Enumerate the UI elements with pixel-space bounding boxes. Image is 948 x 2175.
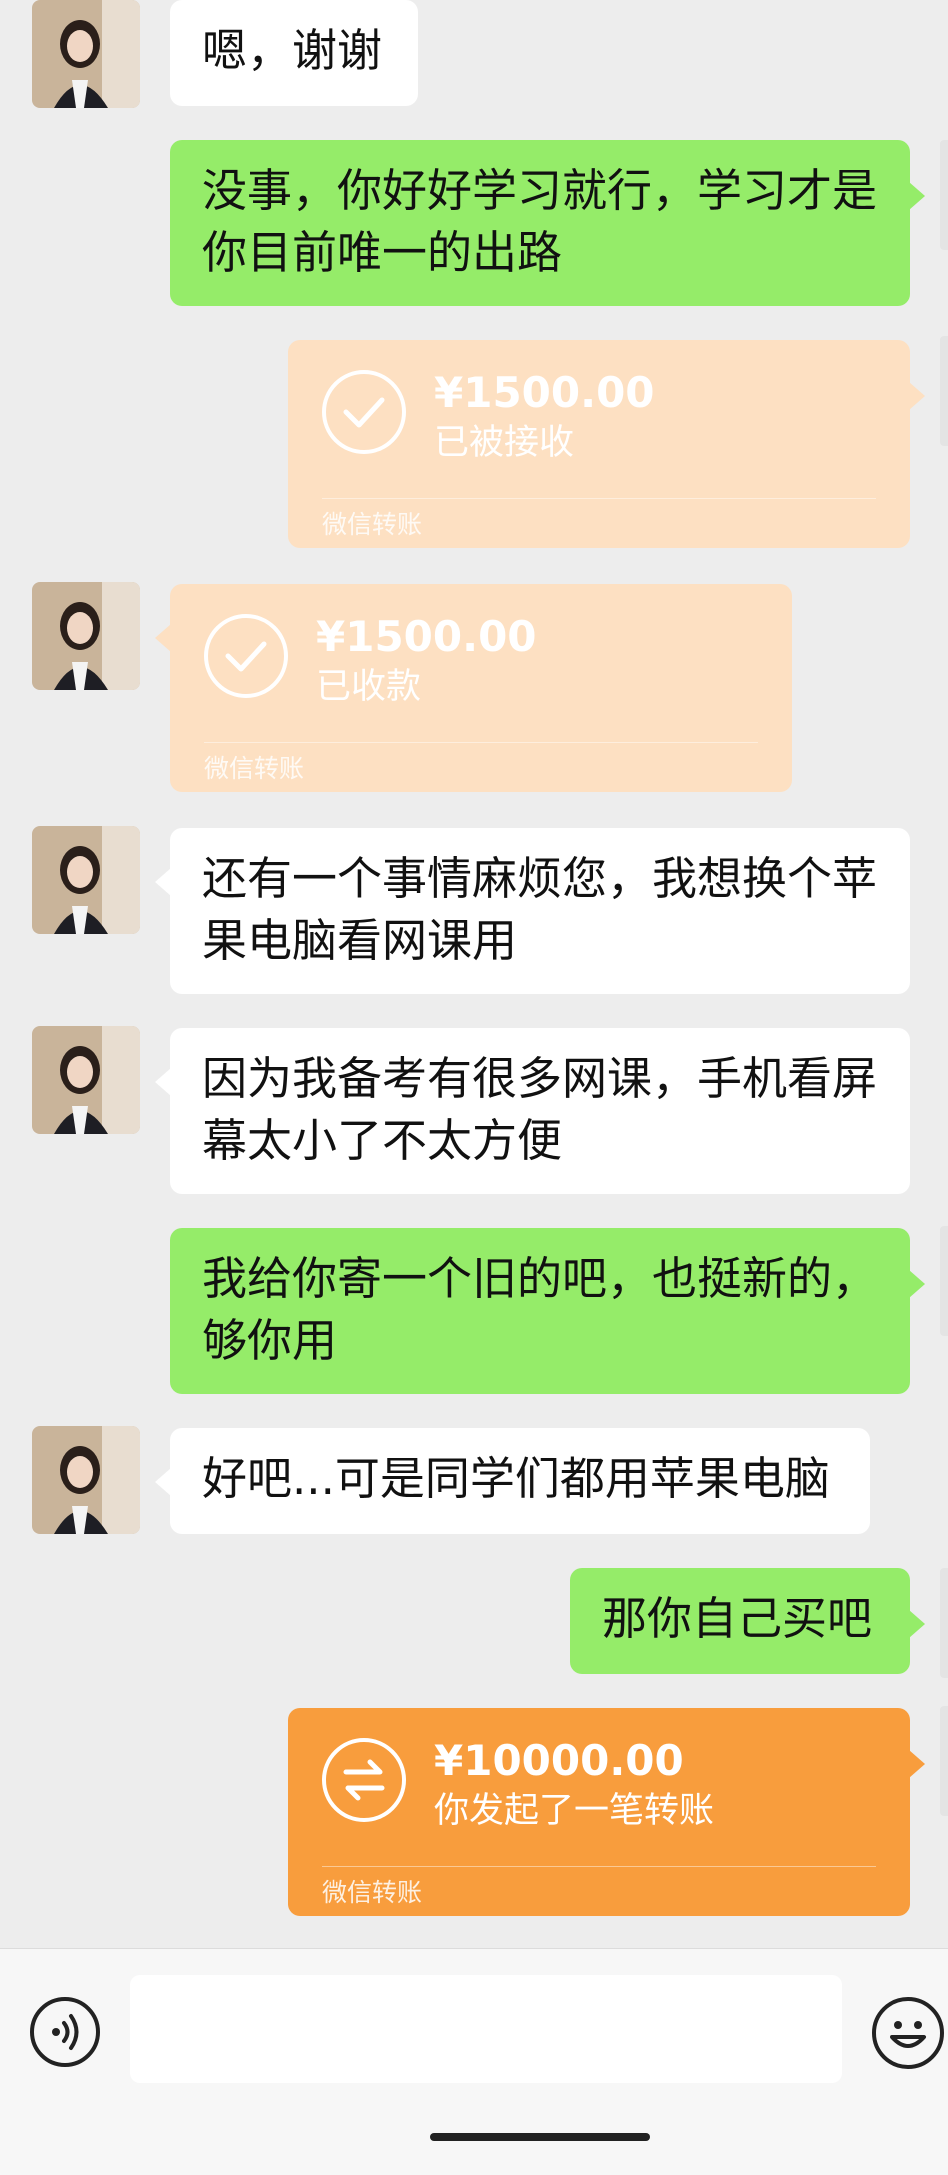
message-bubble[interactable]: 好吧...可是同学们都用苹果电脑 [155, 1428, 870, 1534]
message-text: 嗯，谢谢 [202, 24, 383, 77]
bubble-tail [909, 1270, 925, 1298]
transfer-arrows-icon [322, 1738, 406, 1822]
message-bubble[interactable]: 没事，你好好学习就行，学习才是你目前唯一的出路 [170, 140, 925, 306]
self-avatar-edge [940, 140, 948, 250]
message-text: 我给你寄一个旧的吧，也挺新的，够你用 [202, 1252, 878, 1367]
transfer-label: 微信转账 [204, 754, 305, 783]
transfer-amount: ¥1500.00 [316, 612, 537, 661]
bubble-tail [909, 1610, 925, 1638]
input-bar [0, 1948, 948, 2175]
contact-avatar[interactable] [32, 582, 140, 690]
self-avatar-edge [940, 336, 948, 446]
transfer-card[interactable]: ¥1500.00 已收款 微信转账 [155, 584, 792, 792]
check-icon [322, 370, 406, 454]
contact-avatar[interactable] [32, 826, 140, 934]
bubble-tail [155, 868, 171, 896]
message-text: 还有一个事情麻烦您，我想换个苹果电脑看网课用 [202, 852, 878, 967]
divider [322, 1866, 876, 1867]
bubble-tail [155, 1068, 171, 1096]
transfer-status: 你发起了一笔转账 [434, 1791, 715, 1831]
bubble-tail [909, 182, 925, 210]
transfer-label: 微信转账 [322, 510, 423, 539]
self-avatar-edge [940, 1706, 948, 1816]
message-text: 好吧...可是同学们都用苹果电脑 [202, 1452, 830, 1505]
message-bubble[interactable]: 嗯，谢谢 [170, 0, 418, 106]
contact-avatar[interactable] [32, 1426, 140, 1534]
message-input[interactable] [130, 1975, 842, 2083]
bubble-tail [909, 1750, 925, 1778]
transfer-status: 已被接收 [434, 423, 575, 463]
chat-area: 嗯，谢谢 没事，你好好学习就行，学习才是你目前唯一的出路 ¥1500.00 已被… [0, 0, 948, 1948]
voice-icon[interactable] [30, 1997, 100, 2067]
transfer-card[interactable]: ¥10000.00 你发起了一笔转账 微信转账 [288, 1708, 925, 1916]
message-text: 因为我备考有很多网课，手机看屏幕太小了不太方便 [202, 1052, 878, 1167]
transfer-amount: ¥10000.00 [434, 1736, 684, 1785]
message-bubble[interactable]: 因为我备考有很多网课，手机看屏幕太小了不太方便 [155, 1028, 910, 1194]
bubble-tail [909, 382, 925, 410]
contact-avatar[interactable] [32, 0, 140, 108]
message-bubble[interactable]: 还有一个事情麻烦您，我想换个苹果电脑看网课用 [155, 828, 910, 994]
self-avatar-edge [940, 1568, 948, 1678]
transfer-status: 已收款 [316, 667, 422, 707]
emoji-icon[interactable] [872, 1997, 944, 2069]
message-bubble[interactable]: 我给你寄一个旧的吧，也挺新的，够你用 [170, 1228, 925, 1394]
message-text: 那你自己买吧 [602, 1592, 873, 1645]
message-text: 没事，你好好学习就行，学习才是你目前唯一的出路 [202, 164, 878, 279]
transfer-label: 微信转账 [322, 1878, 423, 1907]
divider [322, 498, 876, 499]
home-indicator[interactable] [430, 2133, 650, 2141]
transfer-amount: ¥1500.00 [434, 368, 655, 417]
bubble-tail [155, 624, 171, 652]
check-icon [204, 614, 288, 698]
transfer-card[interactable]: ¥1500.00 已被接收 微信转账 [288, 340, 925, 548]
message-bubble[interactable]: 那你自己买吧 [570, 1568, 925, 1674]
bubble-tail [155, 1468, 171, 1496]
divider [204, 742, 758, 743]
contact-avatar[interactable] [32, 1026, 140, 1134]
self-avatar-edge [940, 1226, 948, 1336]
